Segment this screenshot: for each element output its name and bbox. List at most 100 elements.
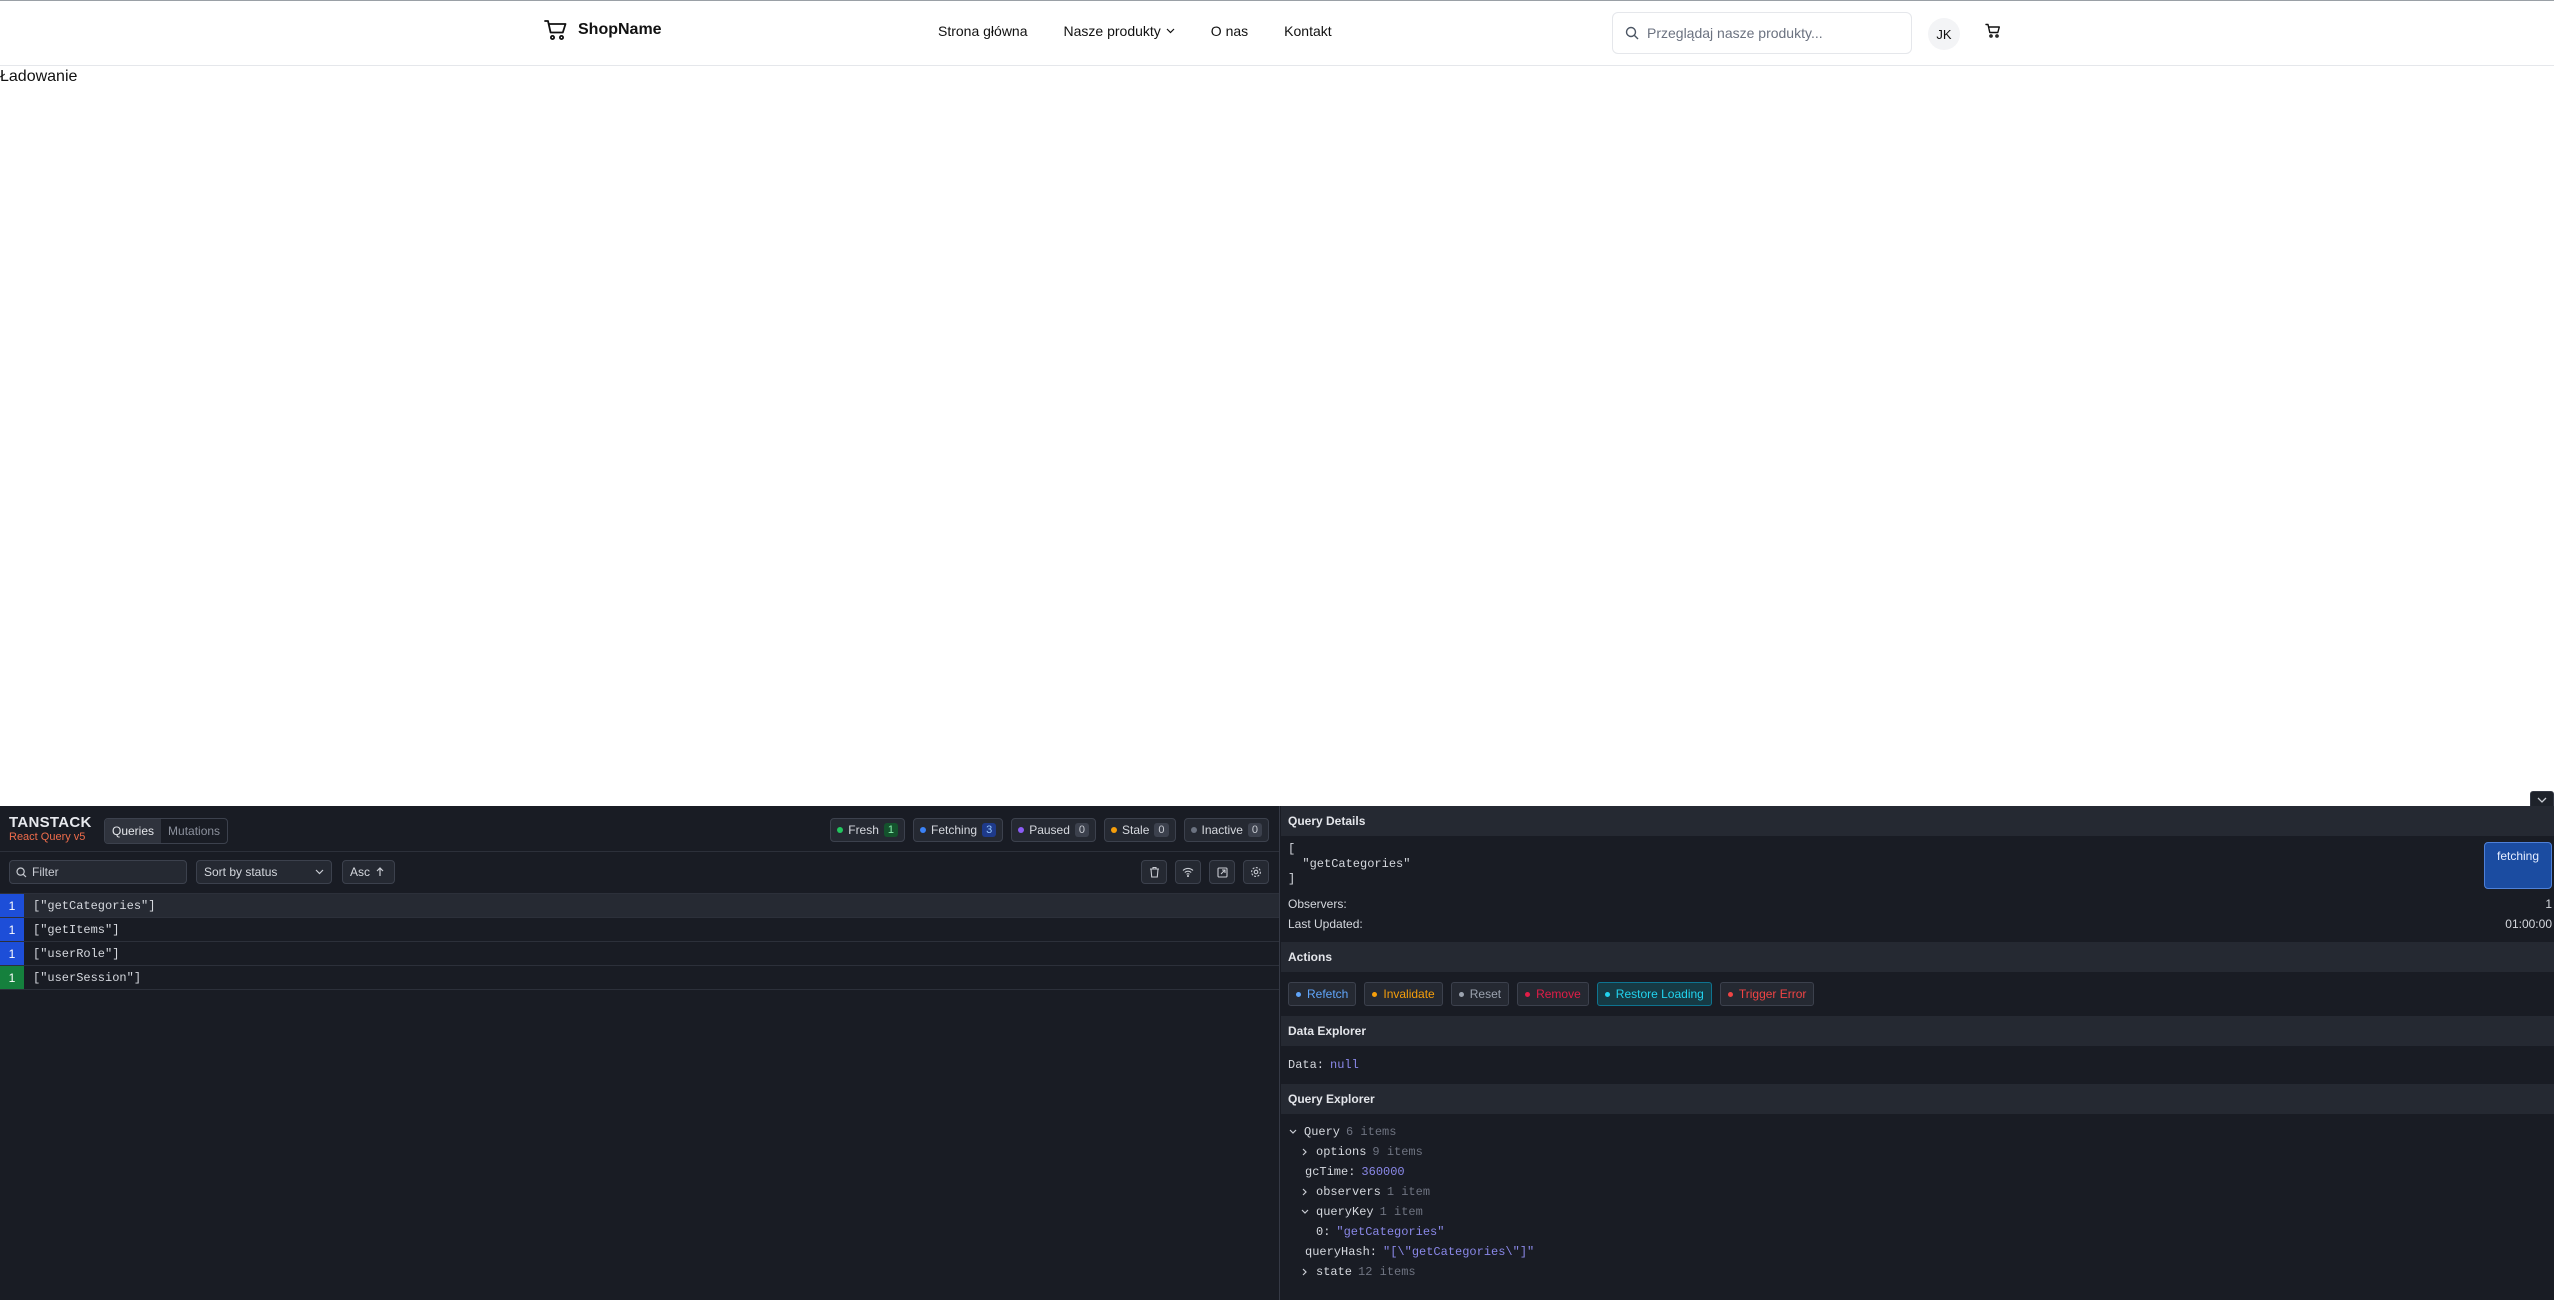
open-in-window-button[interactable]: [1209, 860, 1235, 884]
query-explorer-tree: Query 6 items options 9 items gcTime: 36…: [1281, 1114, 2554, 1282]
tree-node-query[interactable]: Query 6 items: [1288, 1122, 2554, 1142]
query-row[interactable]: 1 ["getCategories"]: [0, 894, 1279, 918]
product-search-box[interactable]: [1612, 12, 1912, 54]
status-filter-fetching[interactable]: Fetching 3: [913, 818, 1004, 842]
status-dot-icon: [1190, 827, 1197, 833]
query-list: 1 ["getCategories"] 1 ["getItems"] 1 ["userRo…: [0, 894, 1279, 990]
refetch-button[interactable]: Refetch: [1288, 982, 1357, 1006]
status-filter-fresh[interactable]: Fresh 1: [830, 818, 906, 842]
queries-panel: TANSTACK React Query v5 Queries Mutation…: [0, 806, 1280, 1300]
data-label: Data:: [1288, 1058, 1325, 1072]
action-dot-icon: [1727, 991, 1733, 997]
action-dot-icon: [1372, 991, 1378, 997]
data-explorer-heading: Data Explorer: [1281, 1016, 2554, 1046]
main-nav: Strona główna Nasze produkty O nas Konta…: [938, 23, 1332, 39]
invalidate-button[interactable]: Invalidate: [1364, 982, 1443, 1006]
product-search-input[interactable]: [1647, 25, 1897, 41]
chevron-down-icon: [315, 869, 324, 875]
tanstack-logo[interactable]: TANSTACK React Query v5: [9, 815, 92, 844]
tree-leaf-value: 360000: [1361, 1165, 1405, 1179]
query-observer-count: 1: [0, 894, 24, 917]
data-explorer-body: Data: null: [1281, 1046, 2554, 1084]
status-label: Stale: [1122, 823, 1150, 837]
sort-order-label: Asc: [350, 865, 371, 879]
query-key: ["getCategories"]: [33, 898, 156, 913]
brand-logo-link[interactable]: ShopName: [544, 19, 662, 41]
status-count: 0: [1247, 823, 1262, 837]
sort-select[interactable]: Sort by status: [196, 860, 332, 884]
nav-link-home[interactable]: Strona główna: [938, 23, 1028, 39]
action-label: Invalidate: [1383, 987, 1435, 1001]
action-label: Trigger Error: [1738, 987, 1807, 1001]
tab-queries[interactable]: Queries: [105, 819, 162, 843]
query-key-line: ]: [1288, 872, 1296, 886]
brand-name: ShopName: [578, 21, 662, 38]
chevron-down-icon: [1300, 1209, 1310, 1215]
tree-leaf-gctime: gcTime: 360000: [1288, 1162, 2554, 1182]
tree-node-label: state: [1316, 1265, 1353, 1279]
status-filter-paused[interactable]: Paused 0: [1011, 818, 1097, 842]
tree-node-options[interactable]: options 9 items: [1288, 1142, 2554, 1162]
restore-loading-button[interactable]: Restore Loading: [1596, 982, 1712, 1006]
tree-node-label: options: [1316, 1145, 1367, 1159]
nav-link-about[interactable]: O nas: [1211, 23, 1248, 39]
tab-mutations[interactable]: Mutations: [161, 819, 227, 843]
sort-select-label: Sort by status: [204, 865, 278, 879]
status-filter-stale[interactable]: Stale 0: [1104, 818, 1176, 842]
query-key-line: "getCategories": [1288, 857, 1411, 871]
action-dot-icon: [1525, 991, 1531, 997]
tree-node-querykey[interactable]: queryKey 1 item: [1288, 1202, 2554, 1222]
logo-subtitle: React Query v5: [9, 831, 86, 843]
observers-row: Observers: 1: [1288, 897, 2552, 911]
tree-leaf-value: "getCategories": [1336, 1225, 1445, 1239]
status-filter-inactive[interactable]: Inactive 0: [1183, 818, 1269, 842]
tree-node-meta: 1 item: [1386, 1185, 1431, 1199]
query-details-body: [ "getCategories" ] fetching Observers: …: [1281, 836, 2554, 942]
settings-button[interactable]: [1243, 860, 1269, 884]
tree-node-label: queryKey: [1316, 1205, 1374, 1219]
filter-box[interactable]: [9, 860, 187, 884]
loading-text: Ładowanie: [0, 68, 78, 85]
filter-input[interactable]: [32, 865, 182, 879]
search-icon: [16, 866, 27, 878]
status-count: 1: [883, 823, 899, 837]
tree-node-state[interactable]: state 12 items: [1288, 1262, 2554, 1282]
query-key: ["userSession"]: [33, 970, 142, 985]
cart-button[interactable]: [1985, 23, 2001, 39]
tree-node-label: observers: [1316, 1185, 1381, 1199]
query-row[interactable]: 1 ["userSession"]: [0, 966, 1279, 990]
status-count: 0: [1074, 823, 1090, 837]
gear-icon: [1250, 866, 1262, 878]
query-row[interactable]: 1 ["getItems"]: [0, 918, 1279, 942]
query-key: ["userRole"]: [33, 946, 120, 961]
query-observer-count: 1: [0, 942, 24, 965]
query-key: ["getItems"]: [33, 922, 120, 937]
tree-leaf-querykey-item: 0: "getCategories": [1288, 1222, 2554, 1242]
reset-button[interactable]: Reset: [1450, 982, 1510, 1006]
nav-link-products[interactable]: Nasze produkty: [1064, 23, 1175, 39]
action-dot-icon: [1604, 991, 1610, 997]
nav-link-products-label: Nasze produkty: [1063, 23, 1161, 39]
tree-leaf-label: 0:: [1316, 1225, 1331, 1239]
shopping-cart-icon: [1985, 23, 2001, 39]
nav-link-contact[interactable]: Kontakt: [1284, 23, 1331, 39]
action-label: Refetch: [1307, 987, 1349, 1001]
clear-cache-button[interactable]: [1141, 860, 1167, 884]
status-label: Inactive: [1201, 823, 1243, 837]
search-icon: [1625, 26, 1639, 40]
offline-mock-button[interactable]: [1175, 860, 1201, 884]
chevron-right-icon: [1300, 1148, 1310, 1156]
observers-label: Observers:: [1288, 897, 1347, 911]
actions-row: Refetch Invalidate Reset Remove Restore Load…: [1281, 972, 2554, 1016]
trigger-error-button[interactable]: Trigger Error: [1719, 982, 1815, 1006]
sort-order-button[interactable]: Asc: [342, 860, 395, 884]
cart-logo-icon: [544, 19, 568, 41]
tree-node-observers[interactable]: observers 1 item: [1288, 1182, 2554, 1202]
query-key-line: [: [1288, 842, 1296, 856]
action-label: Remove: [1536, 987, 1581, 1001]
chevron-right-icon: [1300, 1268, 1310, 1276]
user-avatar[interactable]: JK: [1928, 18, 1960, 50]
tree-leaf-label: gcTime:: [1305, 1165, 1356, 1179]
query-row[interactable]: 1 ["userRole"]: [0, 942, 1279, 966]
remove-button[interactable]: Remove: [1517, 982, 1589, 1006]
